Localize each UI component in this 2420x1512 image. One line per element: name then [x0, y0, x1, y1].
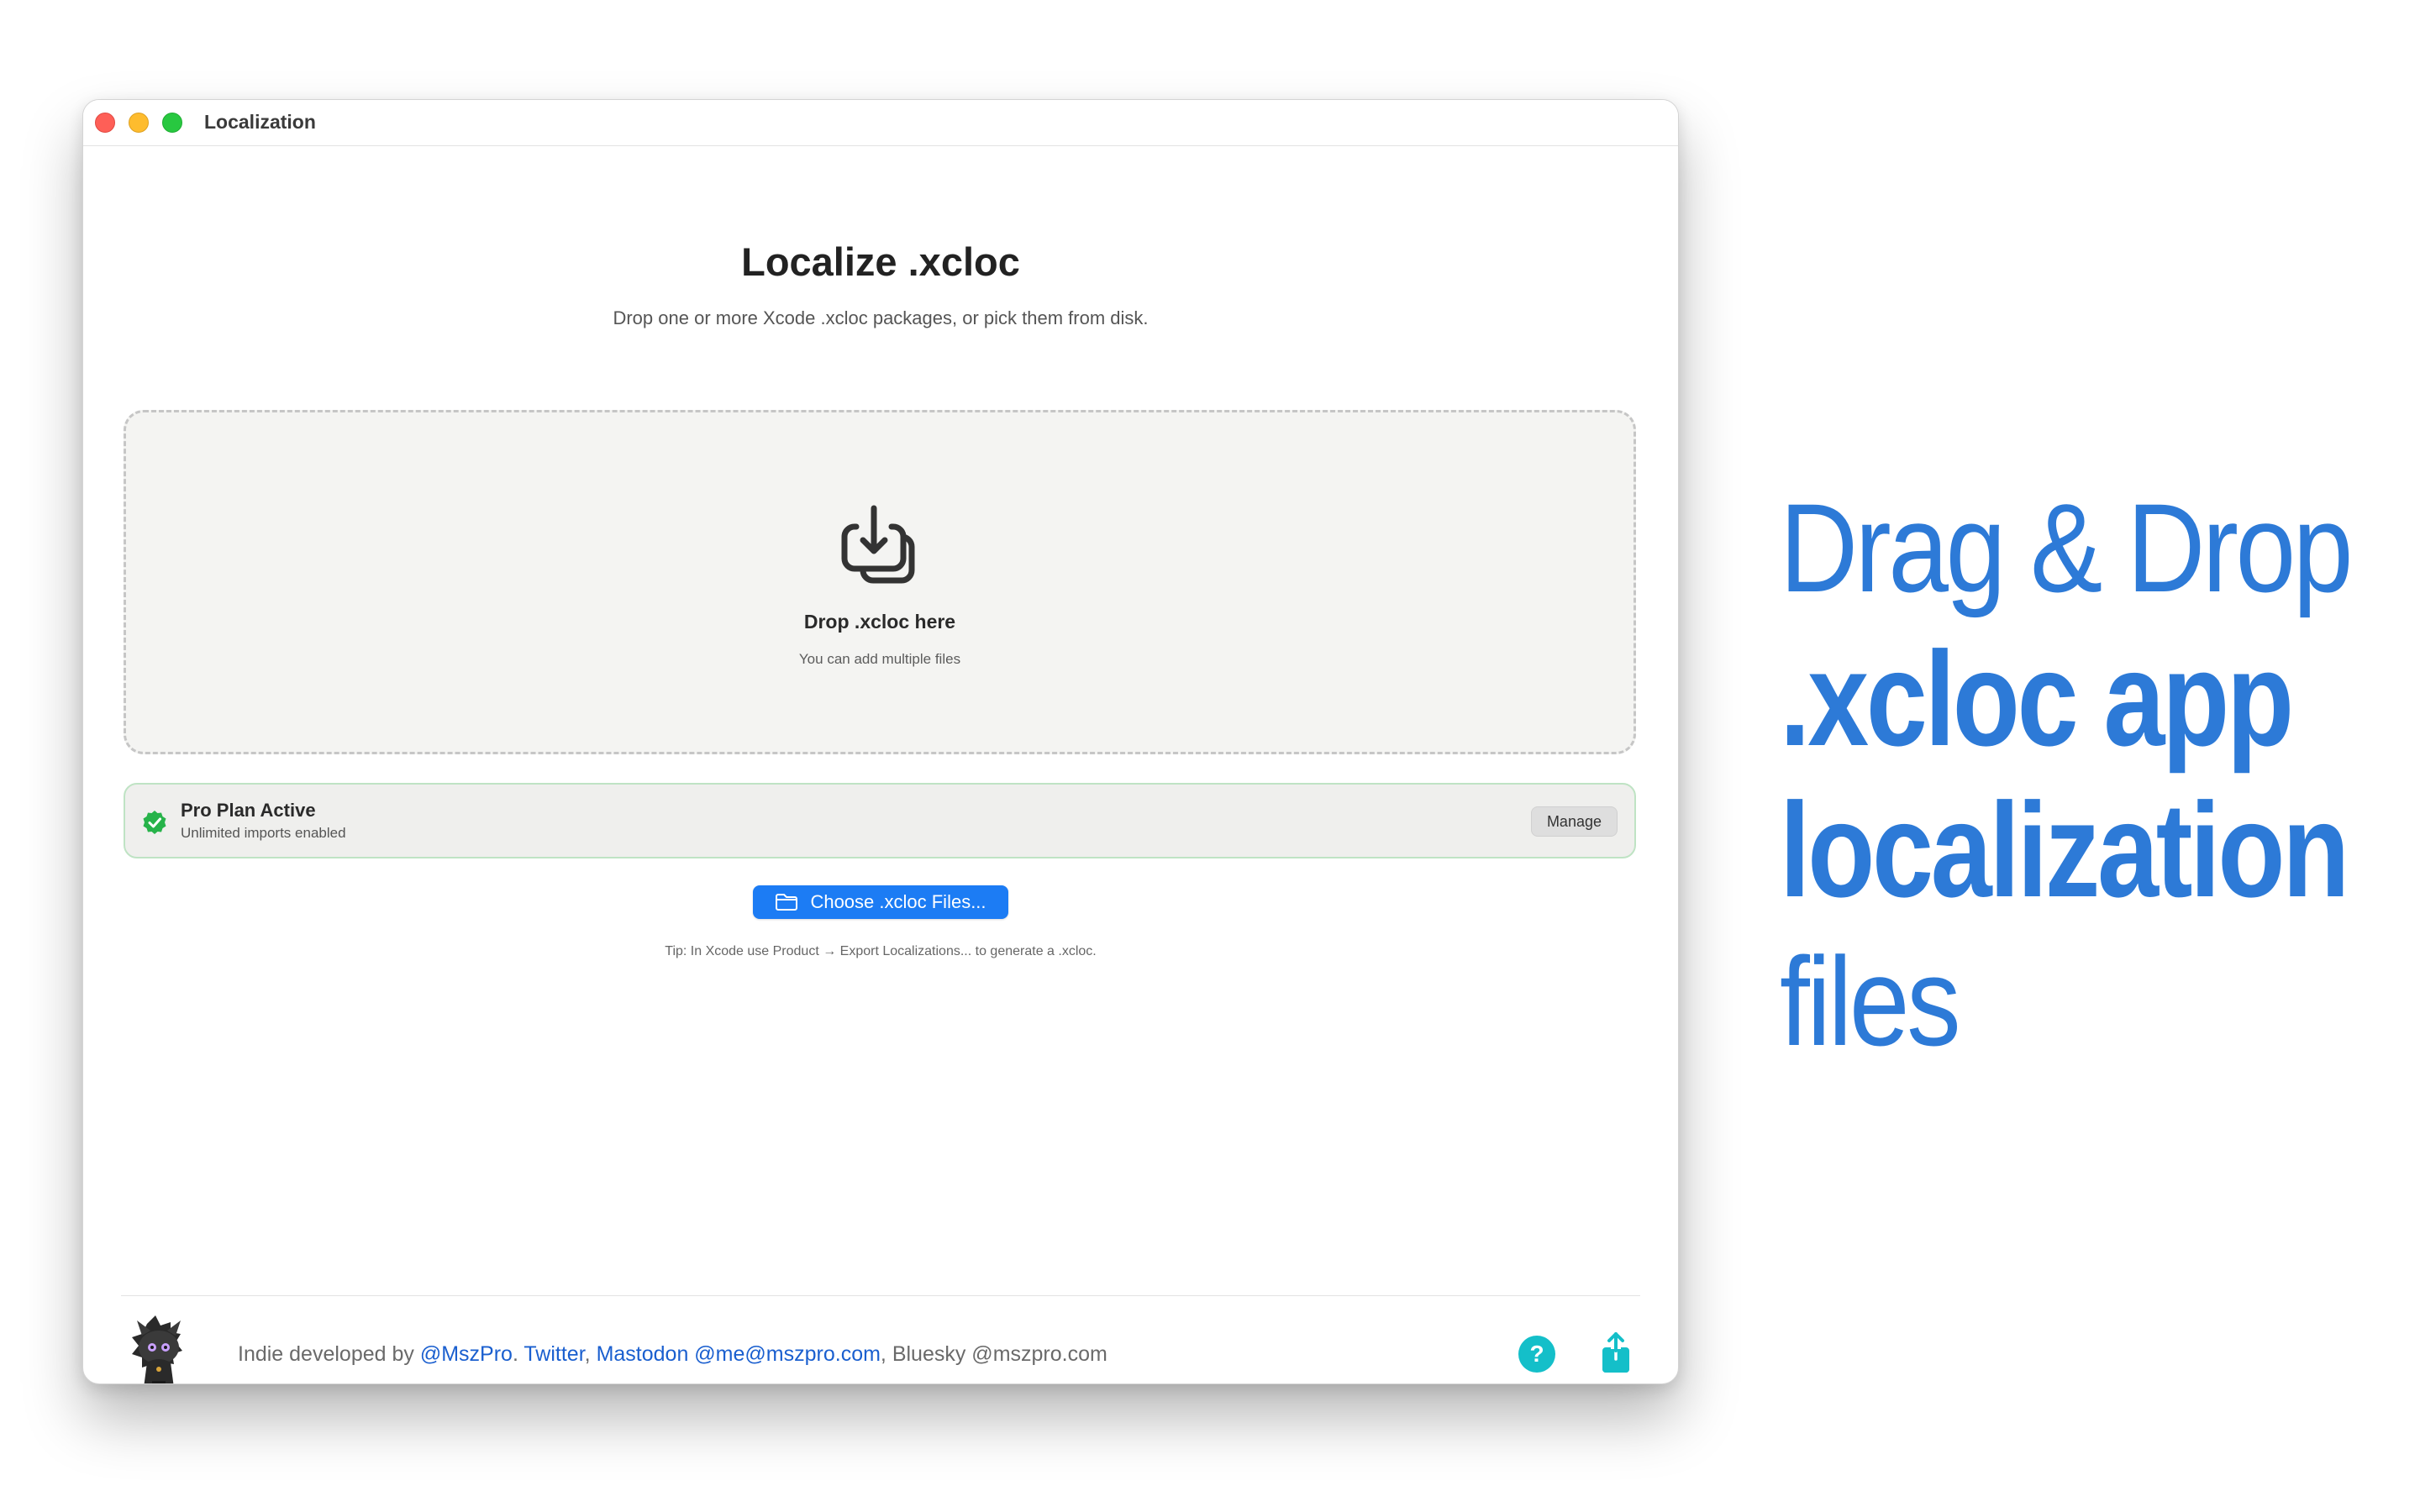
footer-sep-2: ,: [584, 1342, 597, 1366]
drop-zone-title: Drop .xcloc here: [803, 611, 956, 633]
app-window: Localization Localize .xcloc Drop one or…: [82, 99, 1679, 1384]
folder-icon: [776, 894, 798, 911]
promo-line-4: files: [1780, 931, 1961, 1072]
mastodon-link[interactable]: Mastodon @me@mszpro.com: [597, 1342, 881, 1366]
drop-zone[interactable]: Drop .xcloc here You can add multiple fi…: [124, 410, 1636, 754]
help-button[interactable]: ?: [1518, 1336, 1555, 1373]
footer-divider: [121, 1295, 1640, 1296]
drop-zone-subtitle: You can add multiple files: [798, 651, 961, 667]
footer-sep-1: .: [512, 1342, 524, 1366]
footer-credits: Indie developed by @MszPro. Twitter, Mas…: [238, 1342, 1107, 1367]
choose-files-label: Choose .xcloc Files...: [810, 891, 986, 912]
promo-line-2: .xcloc app: [1780, 623, 2294, 774]
close-window-button[interactable]: [95, 113, 115, 133]
plan-subtitle: Unlimited imports enabled: [181, 825, 346, 841]
author-handle-link[interactable]: @MszPro: [420, 1342, 513, 1366]
plan-status-card: Pro Plan Active Unlimited imports enable…: [124, 783, 1636, 858]
footer-sep-3: ,: [880, 1342, 892, 1366]
manage-button[interactable]: Manage: [1530, 806, 1618, 837]
checkmark-seal-icon: [143, 811, 166, 834]
promo-line-3: localization: [1780, 774, 2349, 925]
tip-text: Tip: In Xcode use Product → Export Local…: [665, 944, 1097, 958]
tray-download-icon: [841, 505, 915, 584]
screenshot-stage: Localization Localize .xcloc Drop one or…: [0, 0, 2420, 1512]
choose-files-button[interactable]: Choose .xcloc Files...: [753, 885, 1008, 919]
main-content: Localize .xcloc Drop one or more Xcode .…: [83, 146, 1678, 1383]
page-subtitle: Drop one or more Xcode .xcloc packages, …: [613, 307, 1149, 328]
cat-avatar: [132, 1315, 182, 1383]
minimize-window-button[interactable]: [129, 113, 149, 133]
zoom-window-button[interactable]: [162, 113, 182, 133]
promo-line-1: Drag & Drop: [1780, 477, 2354, 618]
twitter-link[interactable]: Twitter: [523, 1342, 584, 1366]
bluesky-text: Bluesky @mszpro.com: [892, 1342, 1107, 1366]
share-icon[interactable]: [1599, 1331, 1633, 1374]
title-bar: Localization: [83, 100, 1678, 146]
promo-headline: Drag & Drop .xcloc app localization file…: [1780, 472, 2420, 1077]
window-title: Localization: [204, 111, 316, 133]
page-title: Localize .xcloc: [741, 239, 1020, 284]
plan-title: Pro Plan Active: [181, 800, 316, 821]
footer-prefix: Indie developed by: [238, 1342, 420, 1366]
